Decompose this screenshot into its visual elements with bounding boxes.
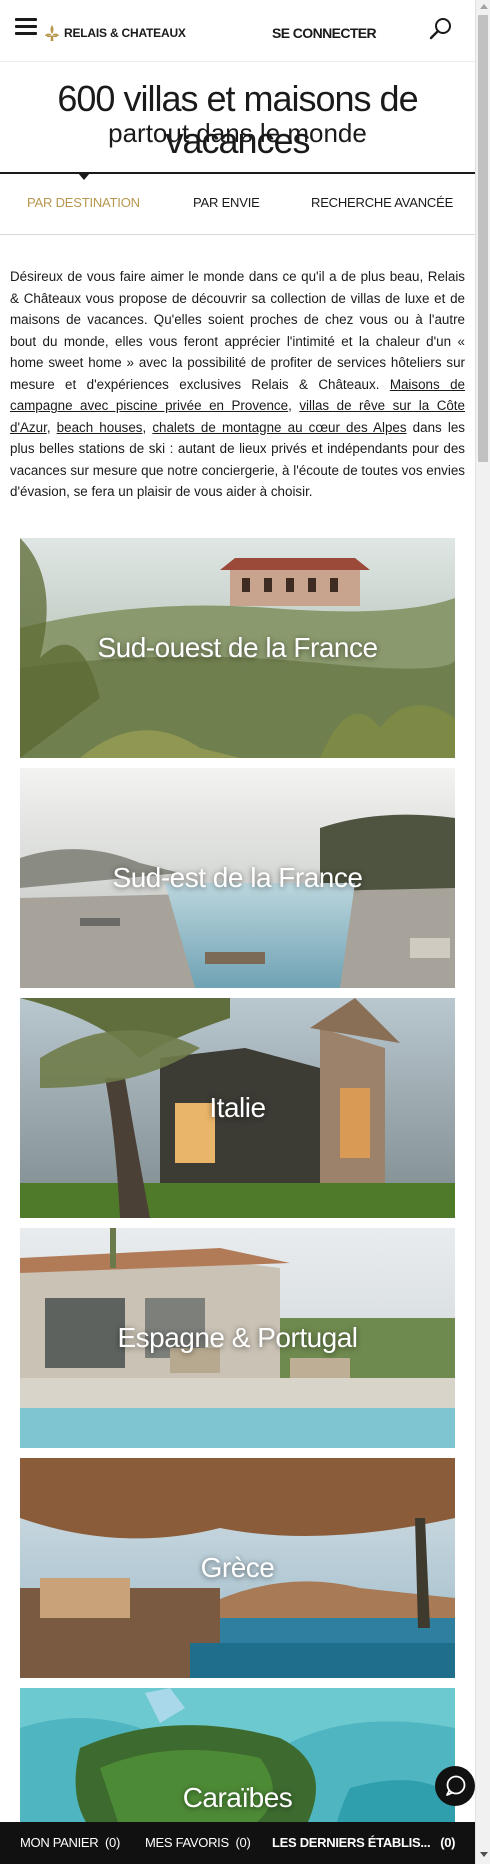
intro-sep: , (288, 398, 300, 413)
recent-properties-link[interactable]: LES DERNIERS ÉTABLIS... (0) (272, 1835, 456, 1850)
destination-label: Sud-est de la France (112, 862, 363, 893)
destination-card-grece[interactable]: Grèce (20, 1458, 455, 1678)
intro-sep: , (46, 419, 57, 435)
brand-logo[interactable]: RELAIS & CHATEAUX (44, 24, 186, 42)
favorites-link[interactable]: MES FAVORIS (0) (145, 1835, 251, 1850)
scrollbar-thumb[interactable] (478, 15, 488, 462)
active-tab-indicator (78, 173, 90, 180)
bottom-bar: MON PANIER (0) MES FAVORIS (0) LES DERNI… (0, 1822, 475, 1864)
chat-icon (446, 1775, 466, 1796)
destination-card-espagne-portugal[interactable]: Espagne & Portugal (20, 1228, 455, 1448)
destination-label: Espagne & Portugal (117, 1322, 358, 1353)
destination-label: Grèce (200, 1552, 275, 1583)
menu-icon[interactable] (15, 18, 37, 36)
page-scrollbar[interactable] (475, 0, 490, 1864)
fleur-de-lis-icon (45, 25, 59, 41)
page-subtitle: partout dans le monde (108, 118, 367, 148)
search-icon[interactable] (428, 16, 454, 42)
destination-label: Italie (209, 1092, 266, 1123)
link-chalets-alpes[interactable]: chalets de montagne au cœur des Alpes (152, 420, 406, 435)
tab-par-destination[interactable]: PAR DESTINATION (27, 195, 140, 210)
destination-label: Sud-ouest de la France (97, 632, 378, 663)
intro-text: Désireux de vous faire aimer le monde da… (10, 269, 465, 392)
scroll-down-arrow-icon[interactable] (480, 1852, 488, 1857)
destination-card-italie[interactable]: Italie (20, 998, 455, 1218)
scroll-up-arrow-icon[interactable] (480, 4, 488, 9)
cart-link[interactable]: MON PANIER (0) (20, 1835, 120, 1850)
login-link[interactable]: SE CONNECTER (272, 25, 377, 41)
destination-label: Caraïbes (182, 1782, 293, 1813)
menu-bar (15, 18, 37, 21)
destination-card-sud-est[interactable]: Sud-est de la France (20, 768, 455, 988)
intro-sep: , (142, 419, 153, 435)
link-beach-houses[interactable]: beach houses (57, 420, 143, 435)
tab-bar: PAR DESTINATION PAR ENVIE RECHERCHE AVAN… (0, 172, 475, 235)
brand-name: RELAIS & CHATEAUX (64, 26, 186, 40)
menu-bar (15, 32, 37, 35)
destination-card-sud-ouest[interactable]: Sud-ouest de la France (20, 538, 455, 758)
tab-par-envie[interactable]: PAR ENVIE (193, 195, 260, 210)
chat-button[interactable] (435, 1766, 475, 1806)
menu-bar (15, 25, 37, 28)
tab-recherche-avancee[interactable]: RECHERCHE AVANCÉE (311, 195, 453, 210)
site-header: RELAIS & CHATEAUX SE CONNECTER (0, 0, 475, 62)
intro-paragraph: Désireux de vous faire aimer le monde da… (10, 266, 465, 503)
